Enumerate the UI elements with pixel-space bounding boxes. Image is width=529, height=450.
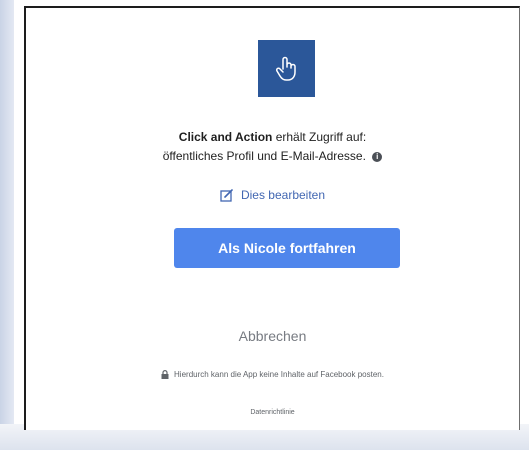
permission-text: Click and Action erhält Zugriff auf: öff…	[26, 128, 519, 166]
info-icon[interactable]: i	[372, 151, 383, 162]
edit-label[interactable]: Dies bearbeiten	[241, 188, 325, 202]
notice-text: Hierdurch kann die App keine Inhalte auf…	[174, 370, 384, 379]
facebook-login-dialog: Click and Action erhält Zugriff auf: öff…	[24, 6, 520, 430]
app-name: Click and Action	[178, 130, 273, 144]
edit-icon	[220, 188, 233, 202]
lock-icon	[161, 370, 169, 379]
post-notice: Hierdurch kann die App keine Inhalte auf…	[26, 370, 519, 379]
permission-line2: öffentliches Profil und E-Mail-Adresse.	[162, 149, 366, 163]
edit-permissions-link[interactable]: Dies bearbeiten	[26, 188, 519, 202]
data-policy-link[interactable]: Datenrichtlinie	[26, 409, 519, 416]
hand-pointer-icon	[275, 56, 296, 81]
background-window-edge	[0, 0, 14, 450]
permission-line1: erhält Zugriff auf:	[275, 130, 367, 144]
cancel-button[interactable]: Abbrechen	[26, 328, 519, 344]
app-logo	[258, 40, 315, 97]
continue-as-button[interactable]: Als Nicole fortfahren	[174, 228, 400, 268]
